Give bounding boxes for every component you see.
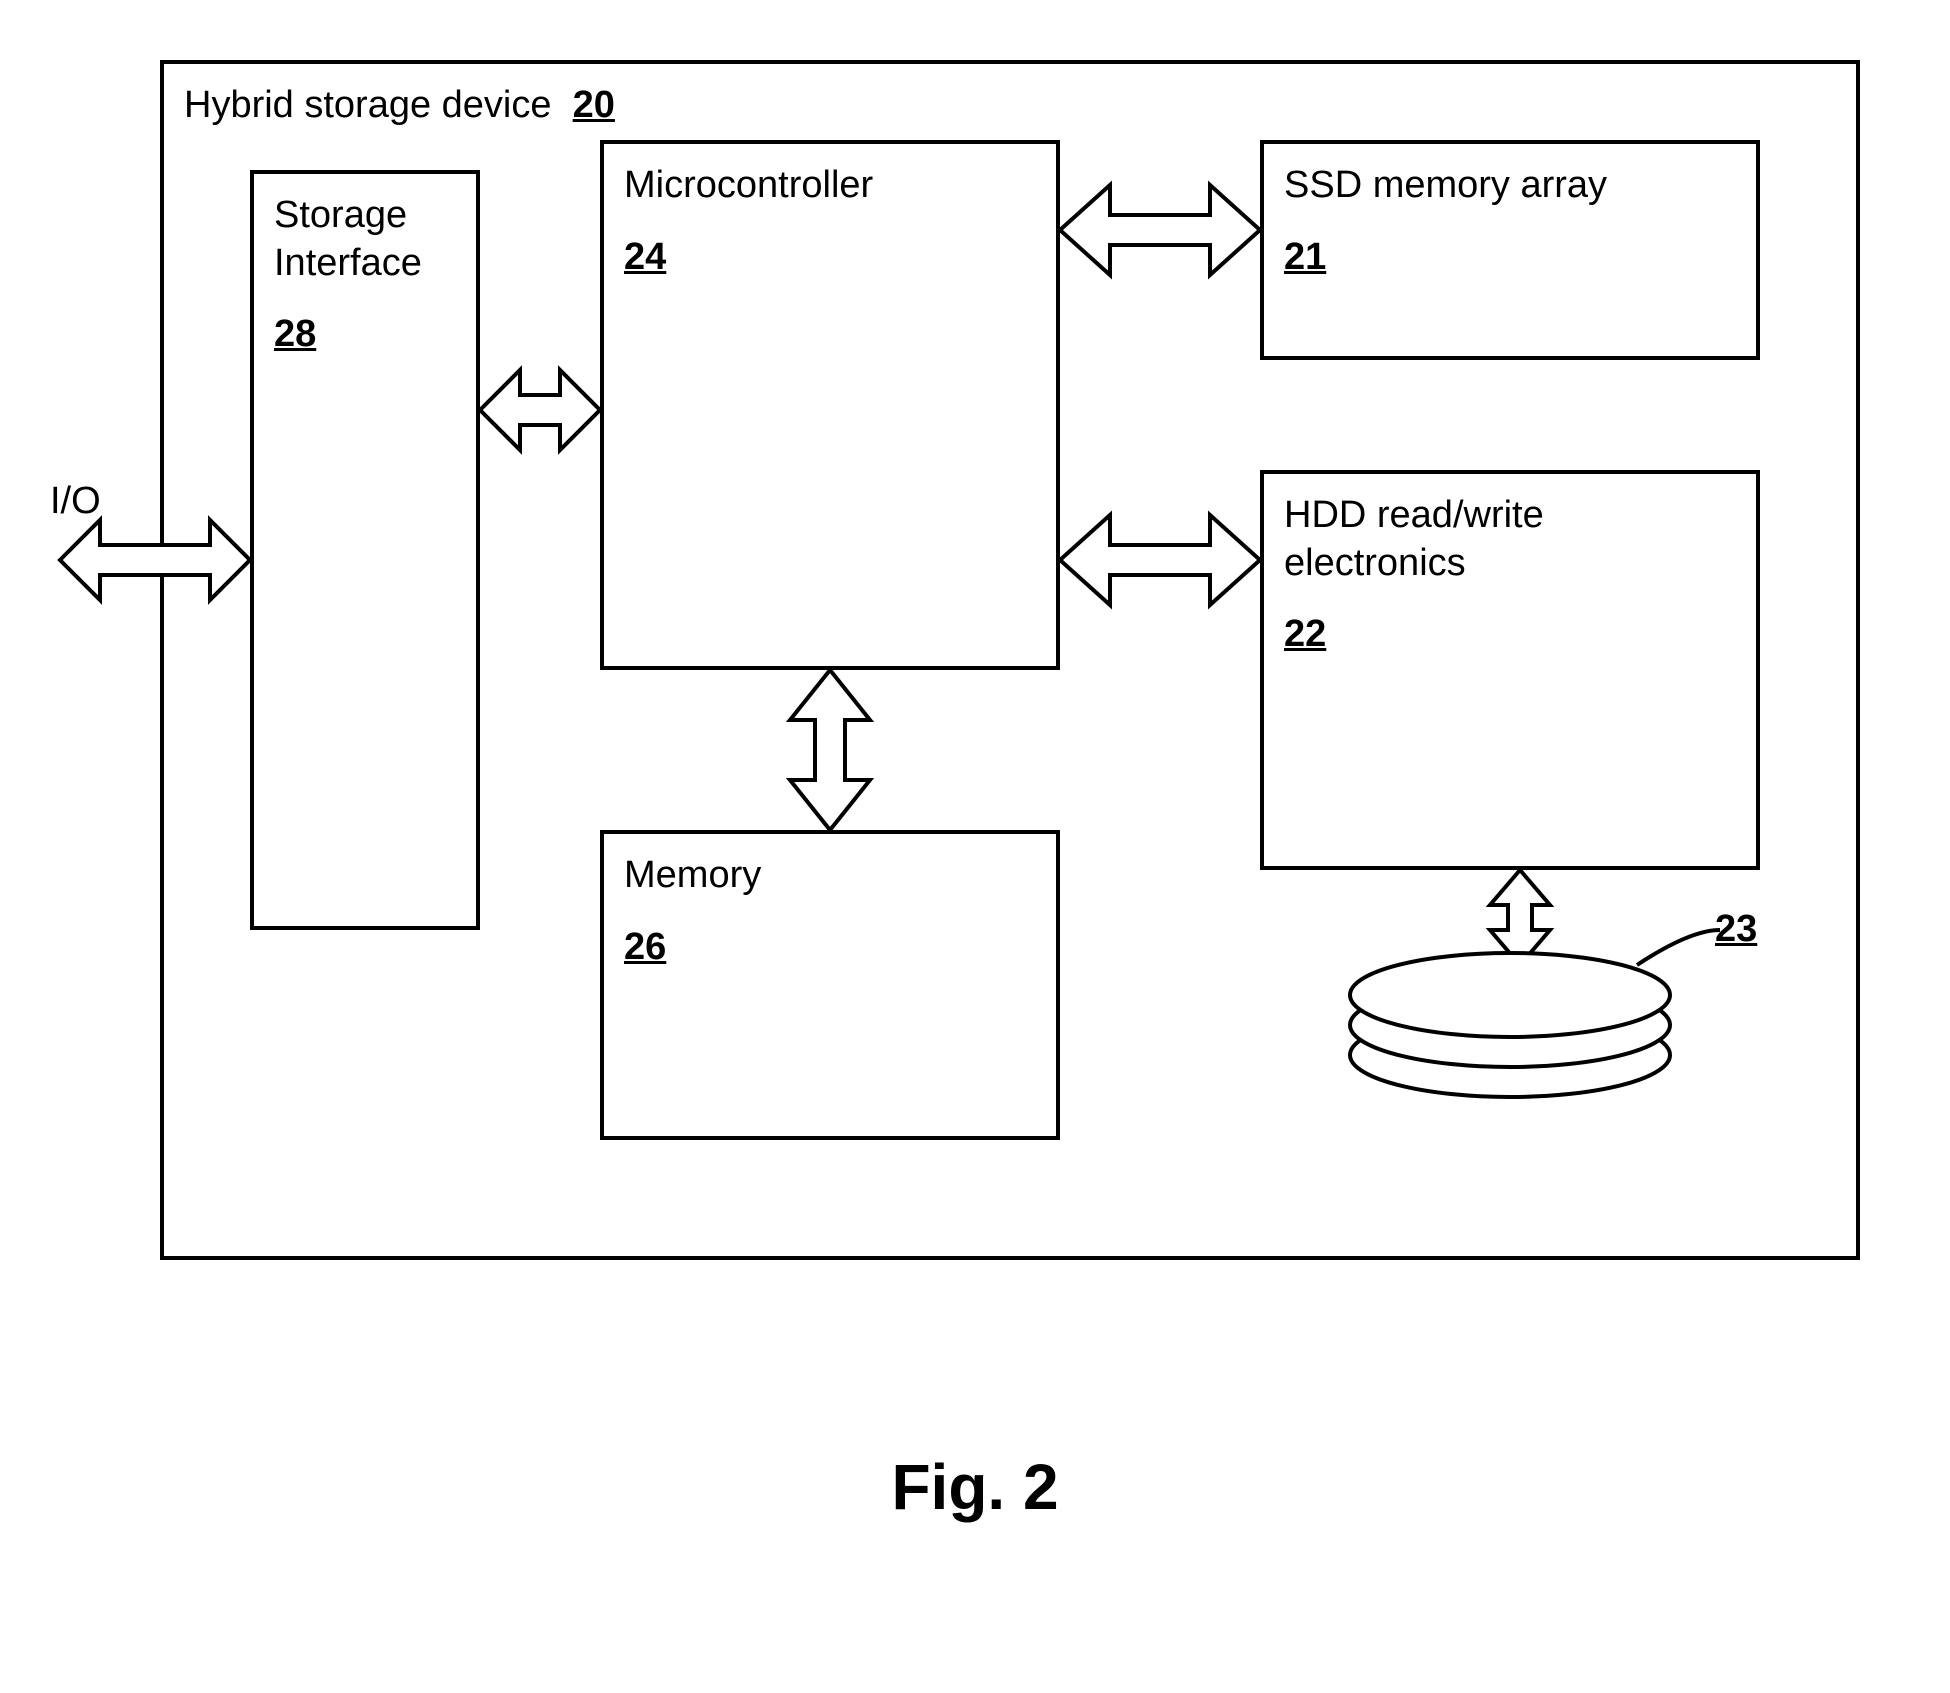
figure-label: Fig. 2 [0, 1450, 1950, 1524]
storage-interface-box: Storage Interface 28 [250, 170, 480, 930]
memory-box: Memory 26 [600, 830, 1060, 1140]
memory-label: Memory [624, 852, 1036, 900]
microcontroller-box: Microcontroller 24 [600, 140, 1060, 670]
outer-box-title: Hybrid storage device 20 [184, 84, 615, 126]
hdd-ref: 22 [1284, 613, 1326, 655]
hdd-box: HDD read/write electronics 22 [1260, 470, 1760, 870]
memory-ref: 26 [624, 926, 666, 968]
ssd-ref: 21 [1284, 236, 1326, 278]
diagram-canvas: Hybrid storage device 20 Storage Interfa… [0, 0, 1950, 1693]
microcontroller-ref: 24 [624, 236, 666, 278]
io-label: I/O [50, 480, 101, 523]
ssd-label: SSD memory array [1284, 162, 1736, 210]
microcontroller-label: Microcontroller [624, 162, 1036, 210]
hdd-label: HDD read/write electronics [1284, 492, 1736, 587]
platters-ref: 23 [1715, 908, 1757, 951]
storage-interface-label: Storage Interface [274, 192, 456, 287]
ssd-box: SSD memory array 21 [1260, 140, 1760, 360]
storage-interface-ref: 28 [274, 313, 316, 355]
